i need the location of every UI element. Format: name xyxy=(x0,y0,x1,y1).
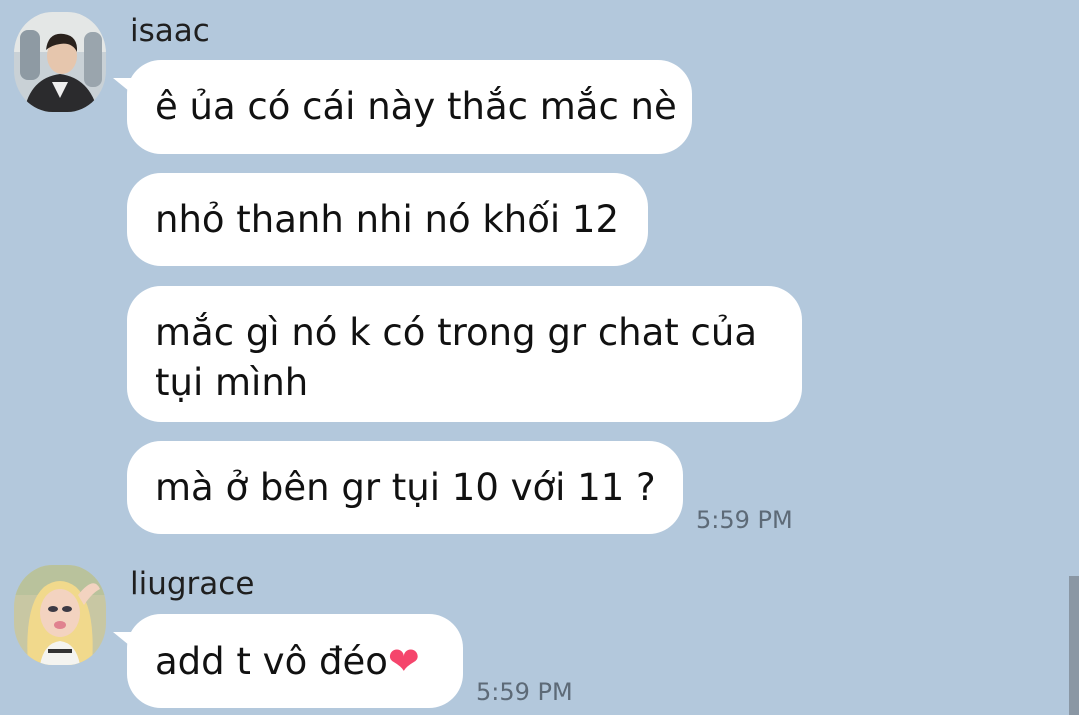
message-text: nhỏ thanh nhi nó khối 12 xyxy=(155,198,620,241)
message-timestamp: 5:59 PM xyxy=(476,678,573,706)
avatar-liugrace[interactable] xyxy=(14,565,106,665)
message-bubble[interactable]: mà ở bên gr tụi 10 với 11 ? xyxy=(127,441,683,534)
avatar-isaac[interactable] xyxy=(14,12,106,112)
message-bubble[interactable]: add t vô đéo❤ xyxy=(127,614,463,708)
scrollbar[interactable] xyxy=(1069,576,1079,715)
message-bubble[interactable]: mắc gì nó k có trong gr chat của tụi mìn… xyxy=(127,286,802,422)
message-text: ê ủa có cái này thắc mắc nè xyxy=(155,85,677,128)
red-heart-emoji: ❤ xyxy=(387,639,420,683)
message-bubble[interactable]: ê ủa có cái này thắc mắc nè xyxy=(127,60,692,154)
message-text: mà ở bên gr tụi 10 với 11 ? xyxy=(155,466,656,509)
sender-name-liugrace: liugrace xyxy=(130,566,255,602)
person-photo-icon xyxy=(14,12,106,112)
message-text: mắc gì nó k có trong gr chat của tụi mìn… xyxy=(155,311,758,404)
sender-name-isaac: isaac xyxy=(130,13,210,49)
doll-character-icon xyxy=(14,565,106,665)
chat-conversation[interactable]: isaac ê ủa có cái này thắc mắc nè nhỏ th… xyxy=(0,0,1079,715)
message-bubble[interactable]: nhỏ thanh nhi nó khối 12 xyxy=(127,173,648,266)
message-timestamp: 5:59 PM xyxy=(696,506,793,534)
message-text: add t vô đéo xyxy=(155,640,388,683)
